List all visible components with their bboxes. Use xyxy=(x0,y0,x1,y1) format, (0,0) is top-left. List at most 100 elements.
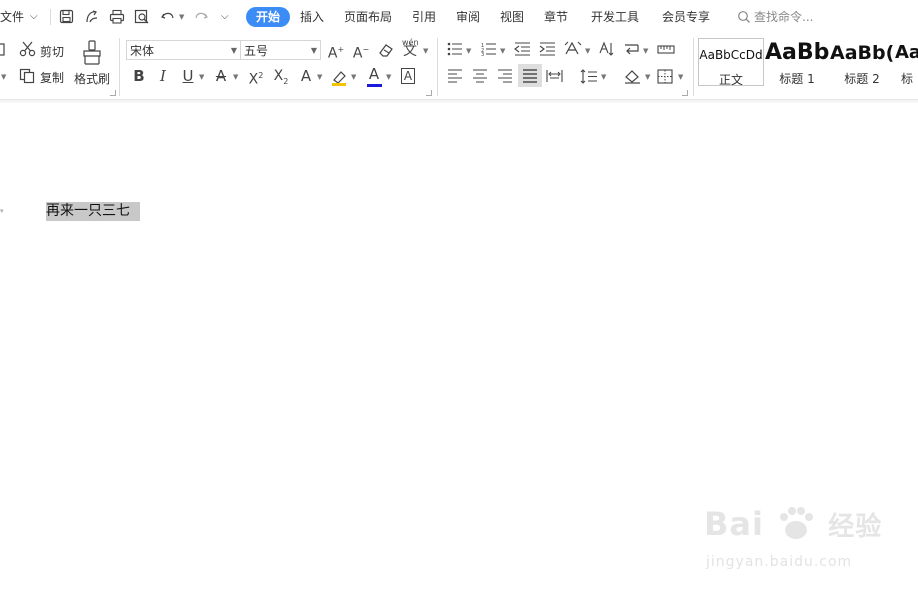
highlight-dropdown-icon[interactable]: ▼ xyxy=(351,73,356,81)
quick-access-more-icon[interactable]: ⌵ xyxy=(221,9,229,25)
tab-page-layout[interactable]: 页面布局 xyxy=(344,9,392,25)
style-name-label: 正文 xyxy=(718,73,743,87)
bold-icon[interactable]: B xyxy=(128,65,150,87)
phonetic-guide-icon[interactable]: wén 文 xyxy=(400,38,422,60)
show-hide-marks-icon[interactable] xyxy=(624,42,641,56)
undo-icon[interactable] xyxy=(160,9,176,24)
style-heading-3[interactable]: Aa 标 xyxy=(895,38,918,86)
italic-icon[interactable]: I xyxy=(152,65,174,87)
align-left-icon[interactable] xyxy=(447,69,463,83)
tab-insert[interactable]: 插入 xyxy=(300,9,324,25)
align-right-icon[interactable] xyxy=(497,69,513,83)
highlight-icon[interactable] xyxy=(330,69,350,87)
clear-formatting-icon[interactable] xyxy=(378,42,395,58)
bullet-list-dropdown-icon[interactable]: ▼ xyxy=(466,47,471,55)
copy-button[interactable]: 复制 xyxy=(40,69,64,86)
style-sample-text: AaBb( xyxy=(830,42,894,64)
save-icon[interactable] xyxy=(59,9,74,24)
increase-indent-icon[interactable] xyxy=(539,42,556,56)
svg-text:3: 3 xyxy=(481,52,484,56)
selected-document-text[interactable]: 再来一只三七 xyxy=(46,202,140,221)
output-pdf-icon[interactable] xyxy=(84,9,100,24)
command-search-input[interactable]: 查找命令... xyxy=(754,9,813,25)
cut-button[interactable]: 剪切 xyxy=(40,43,64,60)
justify-button[interactable] xyxy=(518,64,542,87)
borders-icon[interactable] xyxy=(657,69,673,84)
show-hide-dropdown-icon[interactable]: ▼ xyxy=(643,47,648,55)
tab-view[interactable]: 视图 xyxy=(500,9,524,25)
paste-icon[interactable] xyxy=(0,42,6,56)
borders-dropdown-icon[interactable]: ▼ xyxy=(678,73,683,81)
shading-icon[interactable] xyxy=(623,68,642,85)
style-sample-text: Aa xyxy=(895,42,918,63)
chinese-layout-dropdown-icon[interactable]: ▼ xyxy=(585,47,590,55)
decrease-indent-icon[interactable] xyxy=(514,42,531,56)
increase-font-size-icon[interactable]: A+ xyxy=(325,39,347,62)
divider xyxy=(50,9,51,25)
font-color-icon[interactable]: A xyxy=(363,63,385,85)
numbered-list-dropdown-icon[interactable]: ▼ xyxy=(500,47,505,55)
ruler-icon[interactable] xyxy=(657,43,675,55)
scissors-icon[interactable] xyxy=(19,41,37,57)
group-divider xyxy=(693,38,694,96)
tab-member[interactable]: 会员专享 xyxy=(662,9,710,25)
chevron-down-icon: ▼ xyxy=(310,46,317,55)
bullet-list-icon[interactable] xyxy=(447,42,463,56)
print-preview-icon[interactable] xyxy=(134,9,150,24)
format-painter-button[interactable]: 格式刷 xyxy=(74,70,110,87)
format-painter-icon[interactable] xyxy=(82,40,102,66)
distributed-align-icon[interactable] xyxy=(546,69,563,83)
line-spacing-icon[interactable] xyxy=(580,69,598,84)
file-menu[interactable]: 文件 xyxy=(0,9,24,25)
search-icon[interactable] xyxy=(737,10,751,24)
strikethrough-dropdown-icon[interactable]: ▼ xyxy=(233,73,238,81)
font-family-select[interactable]: 宋体 ▼ xyxy=(126,40,241,60)
text-effect-dropdown-icon[interactable]: ▼ xyxy=(317,73,322,81)
sort-icon[interactable] xyxy=(598,41,615,57)
character-border-icon[interactable]: A xyxy=(397,65,419,87)
decrease-font-size-icon[interactable]: A− xyxy=(350,39,372,62)
underline-icon[interactable]: U xyxy=(177,65,199,87)
justify-icon xyxy=(523,69,537,83)
line-spacing-dropdown-icon[interactable]: ▼ xyxy=(601,73,606,81)
align-center-icon[interactable] xyxy=(472,69,488,83)
baidu-watermark-logo: Bai 经验 xyxy=(704,505,883,543)
style-name-label: 标题 1 xyxy=(779,72,815,86)
print-icon[interactable] xyxy=(109,9,125,24)
paragraph-dialog-launcher-icon[interactable] xyxy=(682,90,688,96)
strikethrough-icon[interactable]: A xyxy=(210,65,232,87)
paragraph-mark-icon: ▾ xyxy=(0,207,4,215)
font-color-dropdown-icon[interactable]: ▼ xyxy=(386,73,391,81)
font-size-select[interactable]: 五号 ▼ xyxy=(240,40,321,60)
style-normal[interactable]: AaBbCcDd 正文 xyxy=(698,38,764,87)
tab-home[interactable]: 开始 xyxy=(246,7,290,27)
chinese-layout-icon[interactable] xyxy=(564,41,582,56)
clipboard-dialog-launcher-icon[interactable] xyxy=(110,90,116,96)
style-sample-text: AaBbCcDd xyxy=(699,48,763,62)
paw-icon xyxy=(780,507,814,539)
shading-dropdown-icon[interactable]: ▼ xyxy=(645,73,650,81)
tab-review[interactable]: 审阅 xyxy=(456,9,480,25)
tab-developer[interactable]: 开发工具 xyxy=(591,9,639,25)
phonetic-dropdown-icon[interactable]: ▼ xyxy=(423,47,428,55)
chevron-down-icon: ▼ xyxy=(230,46,237,55)
style-heading-1[interactable]: AaBb 标题 1 xyxy=(765,38,829,86)
font-dialog-launcher-icon[interactable] xyxy=(426,90,432,96)
tab-references[interactable]: 引用 xyxy=(412,9,436,25)
paste-dropdown-icon[interactable]: ▼ xyxy=(1,73,6,81)
underline-dropdown-icon[interactable]: ▼ xyxy=(199,73,204,81)
numbered-list-icon[interactable]: 123 xyxy=(481,42,497,56)
superscript-icon[interactable]: X2 xyxy=(245,65,267,88)
style-heading-2[interactable]: AaBb( 标题 2 xyxy=(830,38,894,86)
text-effect-icon[interactable]: A xyxy=(295,65,317,87)
undo-dropdown-icon[interactable]: ▼ xyxy=(179,13,184,21)
font-family-value: 宋体 xyxy=(130,44,155,58)
style-sample-text: AaBb xyxy=(765,40,829,65)
redo-icon[interactable] xyxy=(193,9,209,24)
subscript-icon[interactable]: X2 xyxy=(270,65,292,87)
tab-chapter[interactable]: 章节 xyxy=(544,9,568,25)
chevron-down-icon[interactable]: ⌵ xyxy=(30,9,38,25)
font-size-value: 五号 xyxy=(244,44,269,58)
copy-icon[interactable] xyxy=(19,68,37,84)
style-name-label: 标题 2 xyxy=(844,72,880,86)
